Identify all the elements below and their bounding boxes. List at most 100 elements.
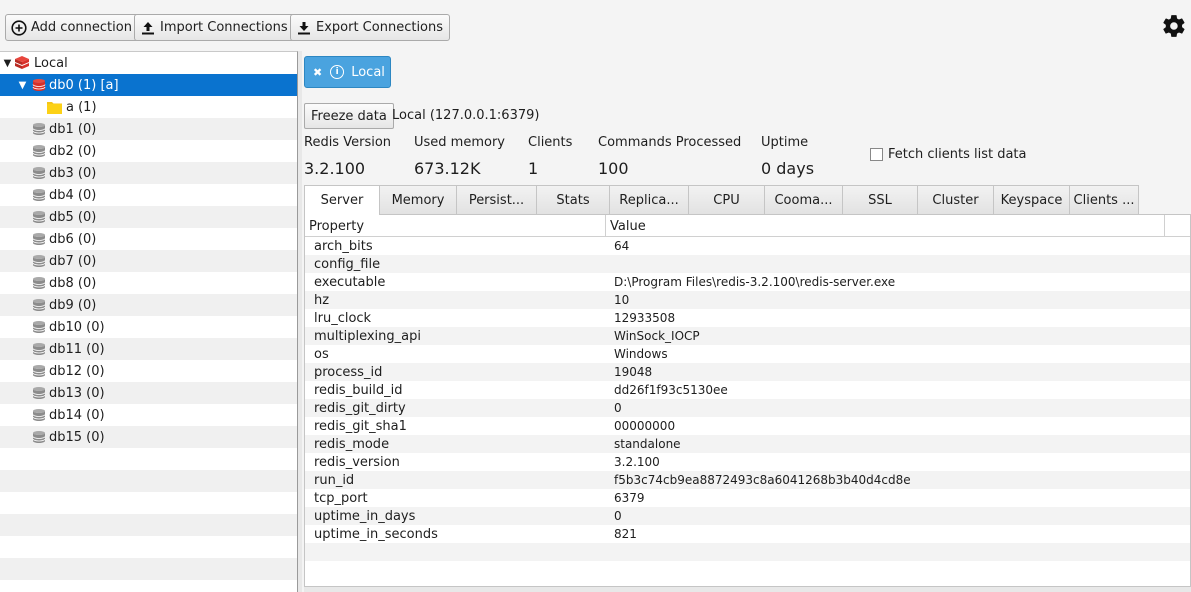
tree-node-db0[interactable]: ▼ db0 (1) [a]	[0, 74, 297, 96]
pane-splitter[interactable]	[298, 51, 302, 592]
property-cell: tcp_port	[314, 490, 368, 506]
info-section-tabs: Server Memory Persist... Stats Replica..…	[304, 185, 1139, 215]
tree-node-label: db13 (0)	[49, 385, 105, 401]
fetch-clients-checkbox[interactable]	[870, 148, 883, 161]
expand-arrow-icon[interactable]: ▼	[2, 58, 13, 69]
database-icon	[32, 78, 46, 92]
value-cell: 0	[614, 401, 622, 415]
database-icon	[32, 188, 46, 202]
table-row[interactable]: config_file	[305, 255, 1190, 273]
tab-cpu[interactable]: CPU	[688, 185, 765, 214]
tree-node-db2[interactable]: db2 (0)	[0, 140, 297, 162]
column-header-property[interactable]: Property	[305, 215, 606, 237]
tab-clients[interactable]: Clients ...	[1069, 185, 1139, 214]
stat-clients: Clients 1	[528, 135, 572, 178]
tab-keyspace[interactable]: Keyspace	[993, 185, 1070, 214]
tree-node-key-a[interactable]: a (1)	[0, 96, 297, 118]
tree-node-db1[interactable]: db1 (0)	[0, 118, 297, 140]
tree-node-db5[interactable]: db5 (0)	[0, 206, 297, 228]
tree-row-stripe	[0, 470, 297, 492]
table-row[interactable]: hz 10	[305, 291, 1190, 309]
toolbar: Add connection Import Connections Export…	[0, 0, 1191, 52]
tree-node-label: db8 (0)	[49, 275, 97, 291]
export-connections-button[interactable]: Export Connections	[290, 14, 451, 41]
tree-node-db10[interactable]: db10 (0)	[0, 316, 297, 338]
database-icon	[32, 232, 46, 246]
fetch-clients-option[interactable]: Fetch clients list data	[870, 147, 1027, 162]
expand-arrow-icon[interactable]: ▼	[17, 80, 28, 91]
value-cell: 3.2.100	[614, 455, 660, 469]
tree-node-db12[interactable]: db12 (0)	[0, 360, 297, 382]
tree-node-db6[interactable]: db6 (0)	[0, 228, 297, 250]
tree-row-stripe	[0, 580, 297, 592]
table-row[interactable]: os Windows	[305, 345, 1190, 363]
table-row[interactable]: process_id 19048	[305, 363, 1190, 381]
table-row[interactable]: redis_git_sha1 00000000	[305, 417, 1190, 435]
settings-gear-icon[interactable]	[1161, 13, 1187, 39]
column-header-value[interactable]: Value	[606, 215, 1165, 237]
property-cell: run_id	[314, 472, 355, 488]
tab-ssl[interactable]: SSL	[842, 185, 918, 214]
close-icon[interactable]: ✖	[313, 66, 322, 79]
table-row[interactable]: redis_build_id dd26f1f93c5130ee	[305, 381, 1190, 399]
import-connections-button[interactable]: Import Connections	[134, 14, 295, 41]
table-row[interactable]: redis_version 3.2.100	[305, 453, 1190, 471]
database-icon	[32, 254, 46, 268]
stat-label: Redis Version	[304, 135, 392, 150]
freeze-data-button[interactable]: Freeze data	[304, 103, 394, 129]
stat-label: Used memory	[414, 135, 505, 150]
tree-node-db15[interactable]: db15 (0)	[0, 426, 297, 448]
tree-node-local[interactable]: ▼ Local	[0, 52, 297, 74]
tree-node-db11[interactable]: db11 (0)	[0, 338, 297, 360]
tab-memory[interactable]: Memory	[379, 185, 457, 214]
tree-node-db3[interactable]: db3 (0)	[0, 162, 297, 184]
tab-server[interactable]: Server	[304, 185, 380, 215]
tree-node-label: db2 (0)	[49, 143, 97, 159]
download-icon	[296, 20, 312, 36]
value-cell: D:\Program Files\redis-3.2.100\redis-ser…	[614, 275, 896, 289]
table-row[interactable]: redis_git_dirty 0	[305, 399, 1190, 417]
tab-persistence[interactable]: Persist...	[456, 185, 537, 214]
value-cell: standalone	[614, 437, 681, 451]
property-cell: os	[314, 346, 329, 362]
tree-node-db13[interactable]: db13 (0)	[0, 382, 297, 404]
table-row[interactable]: redis_mode standalone	[305, 435, 1190, 453]
table-row[interactable]: uptime_in_seconds 821	[305, 525, 1190, 543]
table-row[interactable]: arch_bits 64	[305, 237, 1190, 255]
tab-stats[interactable]: Stats	[536, 185, 610, 214]
tree-node-label: db3 (0)	[49, 165, 97, 181]
table-row[interactable]: executable D:\Program Files\redis-3.2.100…	[305, 273, 1190, 291]
property-cell: redis_version	[314, 454, 400, 470]
server-info-table: Property Value arch_bits 64 config_file exe…	[304, 214, 1191, 587]
value-cell: 0	[614, 509, 622, 523]
property-cell: uptime_in_days	[314, 508, 416, 524]
tab-cluster[interactable]: Cluster	[917, 185, 994, 214]
tree-node-db7[interactable]: db7 (0)	[0, 250, 297, 272]
tree-node-label: db0 (1) [a]	[49, 77, 119, 93]
tree-node-label: db5 (0)	[49, 209, 97, 225]
database-icon	[32, 430, 46, 444]
table-row[interactable]: multiplexing_api WinSock_IOCP	[305, 327, 1190, 345]
property-cell: lru_clock	[314, 310, 372, 326]
stat-uptime: Uptime 0 days	[761, 135, 814, 178]
table-row[interactable]: lru_clock 12933508	[305, 309, 1190, 327]
tab-commandstats[interactable]: Cooma...	[764, 185, 843, 214]
tree-node-db4[interactable]: db4 (0)	[0, 184, 297, 206]
plus-circle-icon	[11, 19, 27, 36]
add-connection-button[interactable]: Add connection	[5, 14, 139, 41]
server-info-tab[interactable]: ✖ i Local	[304, 56, 391, 88]
tree-node-db14[interactable]: db14 (0)	[0, 404, 297, 426]
tree-row-stripe	[0, 448, 297, 470]
tree-node-db9[interactable]: db9 (0)	[0, 294, 297, 316]
fetch-clients-label: Fetch clients list data	[888, 147, 1027, 162]
value-cell: 10	[614, 293, 630, 307]
horizontal-scrollbar[interactable]	[304, 587, 1191, 592]
table-row[interactable]: tcp_port 6379	[305, 489, 1190, 507]
stat-used-memory: Used memory 673.12K	[414, 135, 505, 178]
tab-replication[interactable]: Replica...	[609, 185, 689, 214]
tree-node-db8[interactable]: db8 (0)	[0, 272, 297, 294]
table-row[interactable]: uptime_in_days 0	[305, 507, 1190, 525]
database-icon	[32, 166, 46, 180]
empty-table-row	[305, 561, 1190, 579]
table-row[interactable]: run_id f5b3c74cb9ea8872493c8a6041268b3b40…	[305, 471, 1190, 489]
